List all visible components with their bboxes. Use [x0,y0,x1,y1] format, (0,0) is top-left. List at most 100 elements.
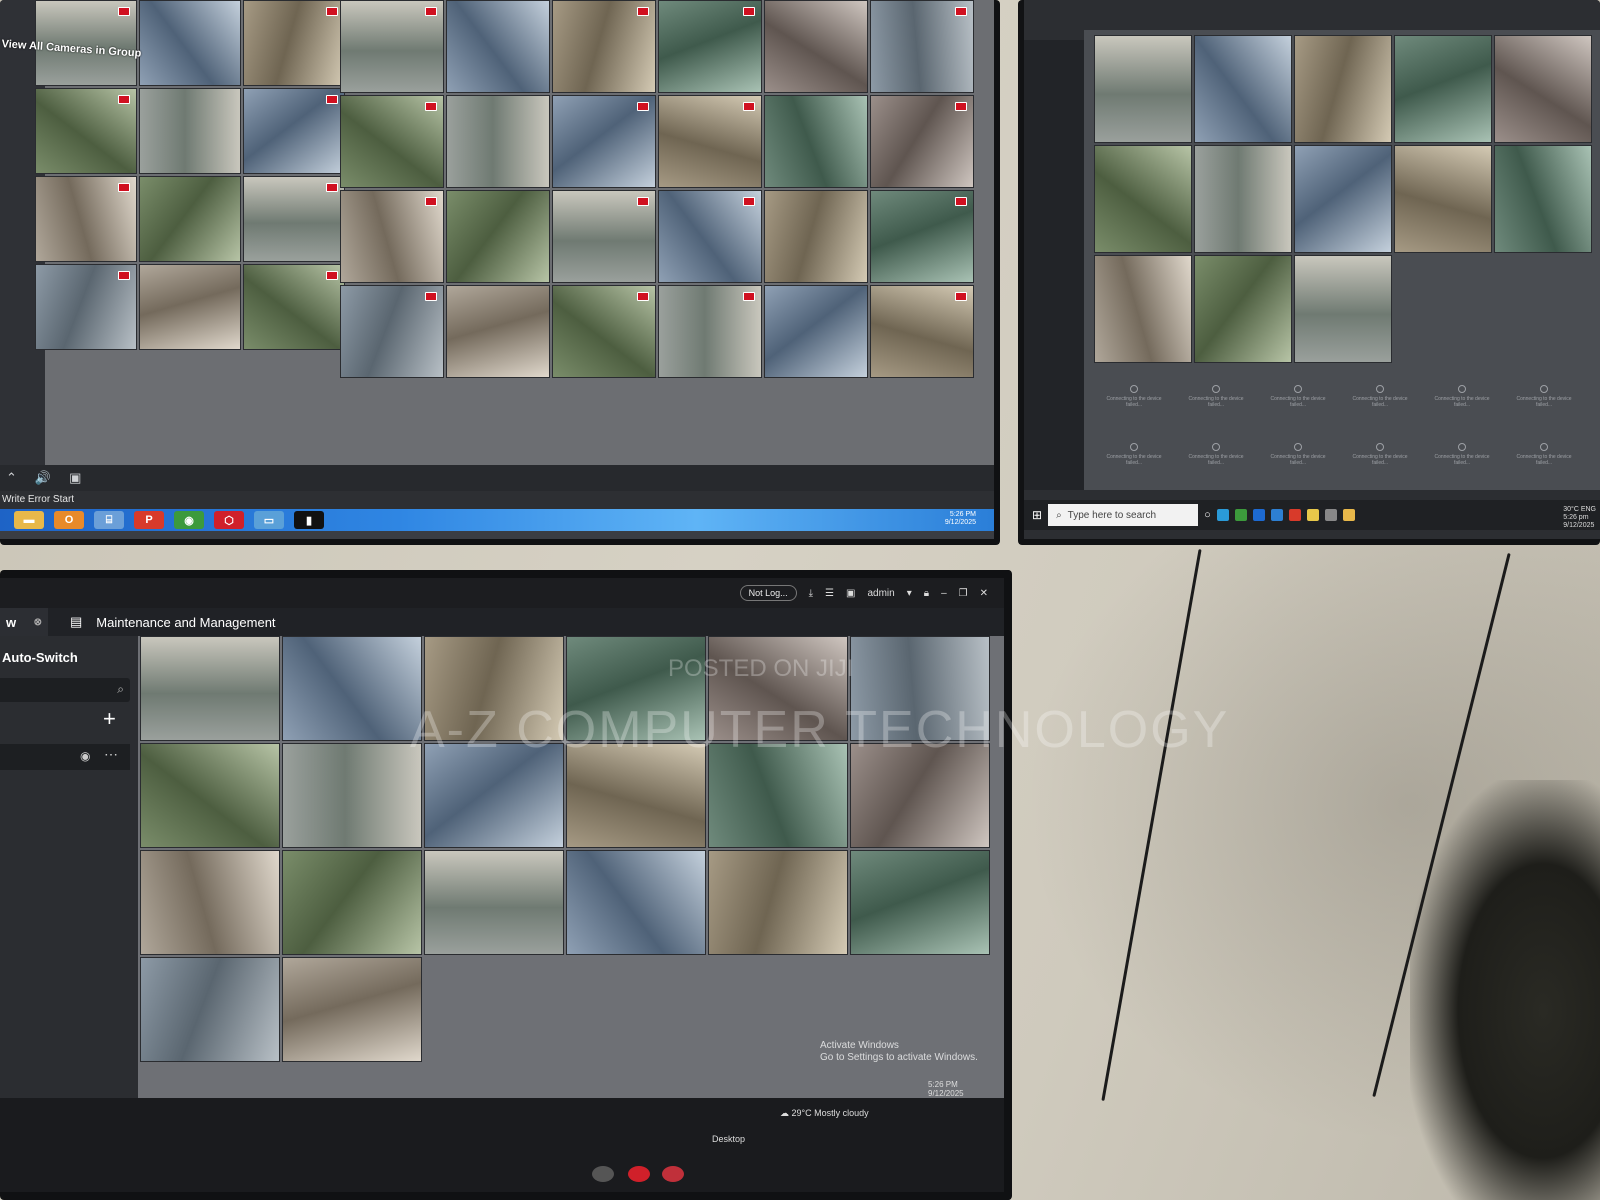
camera-tile[interactable] [850,850,990,955]
camera-tile[interactable] [1494,35,1592,143]
camera-tile[interactable] [340,285,444,378]
camera-tile[interactable] [243,0,345,86]
camera-tile[interactable] [870,190,974,283]
camera-tile[interactable] [243,176,345,262]
camera-tile[interactable] [1394,35,1492,143]
restore-icon[interactable]: ❐ [959,588,968,599]
camera-tile[interactable] [658,190,762,283]
edge-icon[interactable] [1216,509,1229,521]
camera-tile[interactable] [282,850,422,955]
camera-tile[interactable] [140,850,280,955]
list-item[interactable]: ◉ ⋯ [0,744,130,770]
camera-tile[interactable] [446,285,550,378]
download-icon[interactable]: ⤓ [809,588,813,599]
search-icon[interactable]: ⌕ [117,682,124,697]
camera-tile[interactable] [658,0,762,93]
camera-tile[interactable] [1094,145,1192,253]
remote-icon[interactable]: ▭ [254,511,284,529]
close-icon[interactable]: ✕ [980,588,988,599]
camera-tile[interactable] [35,176,137,262]
task-view-icon[interactable]: ○ [1204,509,1211,521]
camera-tile[interactable] [658,285,762,378]
camera-tile[interactable] [140,636,280,741]
camera-tile[interactable] [552,285,656,378]
offline-camera-card[interactable]: Connecting to the device failed... [1263,385,1333,425]
camera-tile[interactable] [566,850,706,955]
outlook-icon[interactable]: O [54,511,84,529]
camera-tile[interactable] [139,264,241,350]
chevron-down-icon[interactable]: ▾ [907,588,912,599]
camera-tile[interactable] [1194,35,1292,143]
snapshot-icon[interactable]: ▣ [69,470,81,486]
camera-tile[interactable] [35,88,137,174]
camera-tile[interactable] [340,190,444,283]
camera-tile[interactable] [552,190,656,283]
tab-previous[interactable]: w ⊗ [0,608,48,636]
camera-tile[interactable] [1094,255,1192,363]
camera-tile[interactable] [139,88,241,174]
weather-widget[interactable]: ☁ 29°C Mostly cloudy [780,1108,869,1119]
notes-icon[interactable] [1306,509,1319,521]
camera-tile[interactable] [446,0,550,93]
sidebar-search[interactable]: ⌕ [0,678,130,702]
camera-tile[interactable] [139,0,241,86]
camera-tile[interactable] [764,190,868,283]
network-icon[interactable]: ⌸ [94,511,124,529]
offline-camera-card[interactable]: Connecting to the device failed... [1427,443,1497,483]
desktop-toolbar[interactable]: Desktop [712,1134,745,1144]
offline-camera-card[interactable]: Connecting to the device failed... [1345,385,1415,425]
chrome-icon[interactable] [1234,509,1247,521]
camera-tile[interactable] [1394,145,1492,253]
terminal-icon[interactable]: ▮ [294,511,324,529]
minimize-icon[interactable]: – [941,588,947,599]
camera-tile[interactable] [340,95,444,188]
camera-tile[interactable] [140,743,280,848]
app-icon[interactable]: ⬡ [214,511,244,529]
app-icon[interactable] [1288,509,1301,521]
camera-tile[interactable] [764,0,868,93]
lock-icon[interactable]: 🔒︎ [924,588,929,599]
mail-icon[interactable] [1270,509,1283,521]
tab-maintenance[interactable]: ▤ Maintenance and Management [48,614,276,630]
camera-tile[interactable] [1494,145,1592,253]
camera-tile[interactable] [552,0,656,93]
close-icon[interactable]: ⊗ [34,617,42,628]
camera-tile[interactable] [708,850,848,955]
taskbar-search[interactable]: ⌕ Type here to search [1048,504,1199,526]
camera-tile[interactable] [243,264,345,350]
chrome-icon[interactable]: ◉ [174,511,204,529]
taskbar-clock[interactable]: 5:26 PM 9/12/2025 [928,1080,964,1098]
camera-tile[interactable] [424,850,564,955]
chevron-up-icon[interactable]: ⌃ [6,470,17,486]
speaker-icon[interactable]: 🔊 [35,470,51,486]
store-icon[interactable] [1252,509,1265,521]
offline-camera-card[interactable]: Connecting to the device failed... [1181,385,1251,425]
camera-tile[interactable] [446,190,550,283]
list-icon[interactable]: ☰ [825,588,834,599]
camera-tile[interactable] [870,95,974,188]
settings-icon[interactable] [592,1166,614,1182]
file-explorer-icon[interactable]: ▬ [14,511,44,529]
camera-tile[interactable] [446,95,550,188]
camera-tile[interactable] [1194,145,1292,253]
system-tray[interactable]: 30°C ENG 5:26 pm 9/12/2025 [1563,506,1596,530]
camera-tile[interactable] [340,0,444,93]
camera-tile[interactable] [870,0,974,93]
camera-tile[interactable] [1094,35,1192,143]
add-button[interactable]: + [103,706,116,732]
offline-camera-card[interactable]: Connecting to the device failed... [1509,443,1579,483]
camera-tile[interactable] [1294,255,1392,363]
camera-tile[interactable] [764,95,868,188]
camera-tile[interactable] [140,957,280,1062]
camera-tile[interactable] [1194,255,1292,363]
pdf-icon[interactable]: P [134,511,164,529]
camera-tile[interactable] [282,743,422,848]
camera-tile[interactable] [35,264,137,350]
camera-tile[interactable] [764,285,868,378]
camera-tile[interactable] [282,957,422,1062]
camera-tile[interactable] [243,88,345,174]
login-status-button[interactable]: Not Log... [739,585,797,601]
camera-tile[interactable] [139,176,241,262]
offline-camera-card[interactable]: Connecting to the device failed... [1099,385,1169,425]
windows-start-icon[interactable]: ⊞ [1032,508,1042,522]
